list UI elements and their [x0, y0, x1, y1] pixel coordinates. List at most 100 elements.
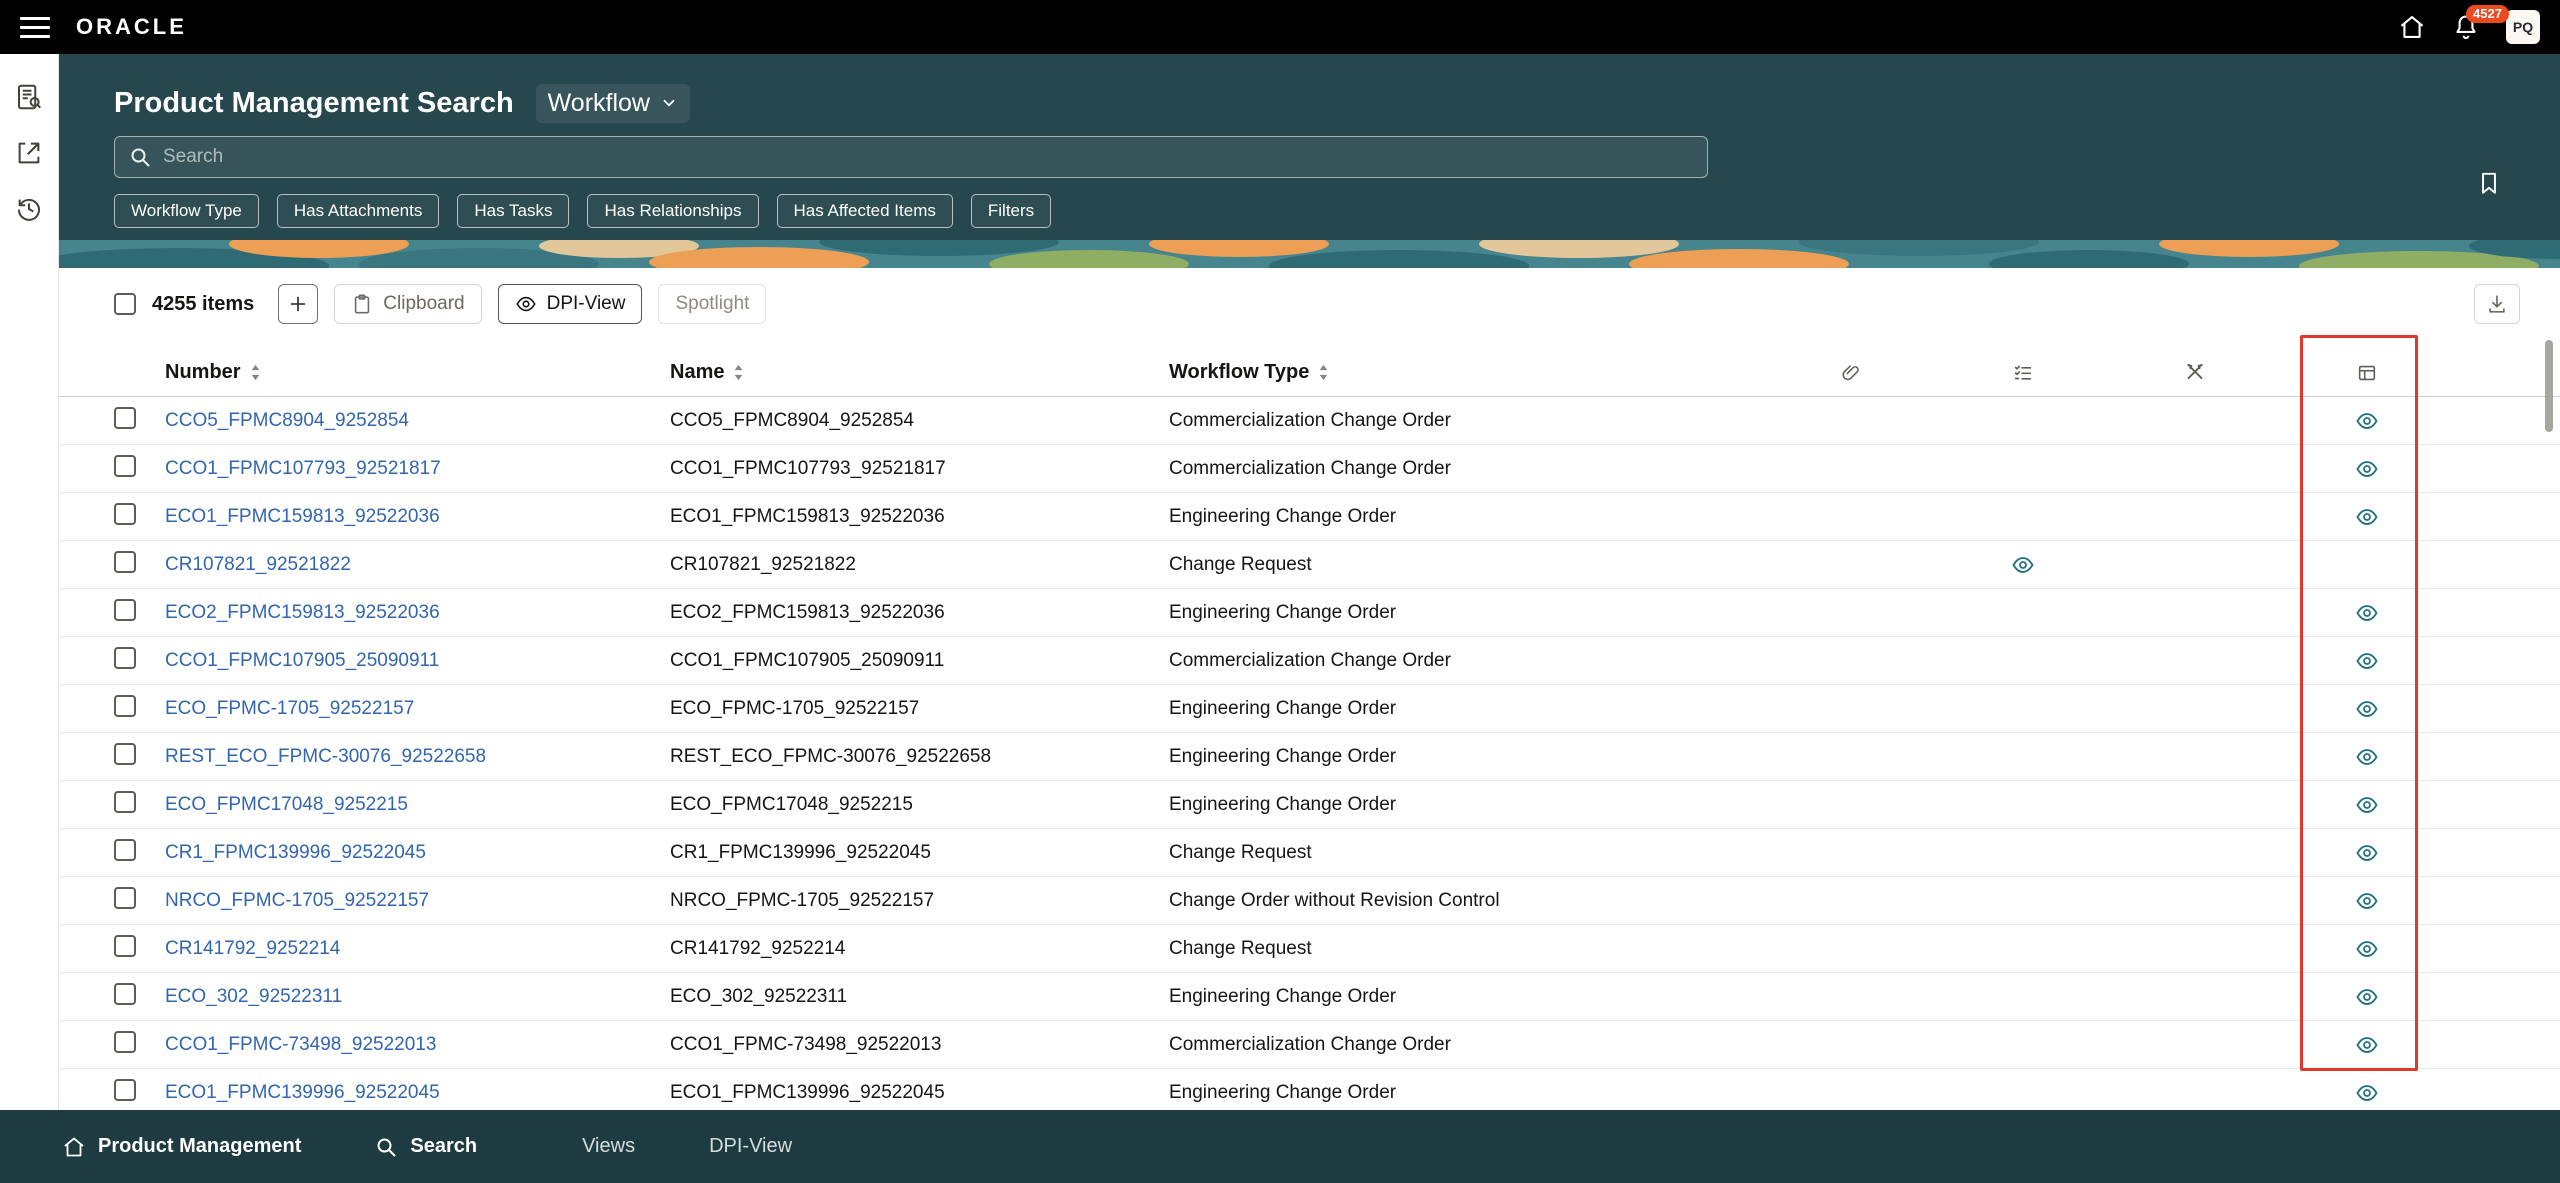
sort-icon[interactable]: [1317, 363, 1330, 382]
dpi-view-eye-icon[interactable]: [2355, 697, 2379, 721]
tasks-column-checklist-icon[interactable]: [1937, 362, 2109, 384]
dpi-view-eye-icon[interactable]: [2355, 1033, 2379, 1057]
download-button[interactable]: [2474, 284, 2520, 324]
export-icon[interactable]: [14, 138, 44, 168]
sort-icon[interactable]: [732, 363, 745, 382]
clipboard-button[interactable]: Clipboard: [334, 284, 481, 324]
row-number-link[interactable]: CCO5_FPMC8904_9252854: [165, 410, 409, 431]
plus-icon: [287, 293, 309, 315]
row-checkbox[interactable]: [114, 455, 136, 477]
row-number-link[interactable]: REST_ECO_FPMC-30076_92522658: [165, 746, 486, 767]
results-area: 4255 items Clipboard DPI-View Spotlight: [59, 268, 2560, 1183]
dpi-view-eye-icon[interactable]: [2355, 601, 2379, 625]
history-icon[interactable]: [14, 194, 44, 224]
workflow-scope-dropdown[interactable]: Workflow: [536, 84, 690, 123]
row-number-link[interactable]: ECO2_FPMC159813_92522036: [165, 602, 440, 623]
row-number-link[interactable]: CCO1_FPMC-73498_92522013: [165, 1034, 436, 1055]
left-sidebar: [0, 54, 59, 1183]
table-row: CR107821_92521822 CR107821_92521822 Chan…: [59, 541, 2560, 589]
row-workflow-type: Commercialization Change Order: [1169, 458, 1765, 480]
footer-product-management-label: Product Management: [98, 1135, 301, 1158]
row-number-link[interactable]: ECO_302_92522311: [165, 986, 342, 1007]
row-checkbox[interactable]: [114, 887, 136, 909]
dpi-view-eye-icon[interactable]: [2355, 409, 2379, 433]
saved-search-icon[interactable]: [14, 82, 44, 112]
dpi-view-eye-icon[interactable]: [2355, 1081, 2379, 1105]
row-workflow-type: Engineering Change Order: [1169, 986, 1765, 1008]
column-header-workflow-type[interactable]: Workflow Type: [1169, 361, 1765, 384]
select-all-checkbox[interactable]: [114, 293, 136, 315]
search-icon: [128, 145, 152, 169]
dpi-view-eye-icon[interactable]: [2355, 505, 2379, 529]
notifications-bell-icon[interactable]: 4527: [2452, 13, 2480, 41]
row-number-link[interactable]: CR141792_9252214: [165, 938, 340, 959]
dpi-view-eye-icon[interactable]: [2355, 649, 2379, 673]
dpi-view-eye-icon[interactable]: [2355, 745, 2379, 769]
table-row: ECO_FPMC17048_9252215 ECO_FPMC17048_9252…: [59, 781, 2560, 829]
row-number-link[interactable]: NRCO_FPMC-1705_92522157: [165, 890, 429, 911]
row-checkbox[interactable]: [114, 551, 136, 573]
bookmark-icon[interactable]: [2476, 170, 2502, 196]
row-number-link[interactable]: CCO1_FPMC107793_92521817: [165, 458, 441, 479]
chip-has-tasks[interactable]: Has Tasks: [457, 194, 569, 228]
sort-icon[interactable]: [249, 363, 262, 382]
search-input[interactable]: [114, 136, 1708, 178]
row-workflow-type: Change Request: [1169, 938, 1765, 960]
row-checkbox[interactable]: [114, 503, 136, 525]
dpi-view-column-icon[interactable]: [2281, 362, 2453, 384]
attachments-column-paperclip-icon[interactable]: [1765, 362, 1937, 384]
row-number-link[interactable]: CCO1_FPMC107905_25090911: [165, 650, 439, 671]
row-name: CCO1_FPMC107793_92521817: [670, 458, 1169, 480]
row-checkbox[interactable]: [114, 407, 136, 429]
row-number-link[interactable]: ECO_FPMC17048_9252215: [165, 794, 408, 815]
row-checkbox[interactable]: [114, 839, 136, 861]
dpi-view-eye-icon[interactable]: [2355, 457, 2379, 481]
tools-column-icon[interactable]: [2109, 362, 2281, 384]
oracle-logo: ORACLE: [76, 14, 187, 40]
home-icon: [62, 1135, 86, 1159]
row-checkbox[interactable]: [114, 599, 136, 621]
dpi-view-eye-icon[interactable]: [2355, 841, 2379, 865]
chip-filters[interactable]: Filters: [971, 194, 1051, 228]
user-avatar[interactable]: PQ: [2506, 10, 2540, 44]
row-checkbox[interactable]: [114, 743, 136, 765]
row-checkbox[interactable]: [114, 983, 136, 1005]
row-checkbox[interactable]: [114, 1031, 136, 1053]
row-number-link[interactable]: CR1_FPMC139996_92522045: [165, 842, 426, 863]
chip-workflow-type[interactable]: Workflow Type: [114, 194, 259, 228]
footer-product-management[interactable]: Product Management: [62, 1135, 301, 1159]
add-button[interactable]: [278, 284, 318, 324]
dpi-view-eye-icon[interactable]: [2355, 937, 2379, 961]
chip-has-relationships[interactable]: Has Relationships: [587, 194, 758, 228]
row-name: NRCO_FPMC-1705_92522157: [670, 890, 1169, 912]
home-icon[interactable]: [2398, 13, 2426, 41]
footer-search-tab[interactable]: Search: [374, 1135, 477, 1159]
row-number-link[interactable]: ECO1_FPMC159813_92522036: [165, 506, 440, 527]
dpi-view-button[interactable]: DPI-View: [498, 284, 643, 324]
vertical-scrollbar-thumb[interactable]: [2545, 340, 2553, 432]
row-checkbox[interactable]: [114, 647, 136, 669]
row-number-link[interactable]: ECO_FPMC-1705_92522157: [165, 698, 414, 719]
footer-dpi-view-label: DPI-View: [709, 1135, 792, 1158]
footer-views-tab[interactable]: Views: [582, 1135, 635, 1158]
column-label-name: Name: [670, 361, 724, 384]
footer-views-label: Views: [582, 1135, 635, 1158]
row-checkbox[interactable]: [114, 695, 136, 717]
dpi-view-eye-icon[interactable]: [2355, 985, 2379, 1009]
footer-dpi-view-tab[interactable]: DPI-View: [709, 1135, 792, 1158]
chip-has-attachments[interactable]: Has Attachments: [277, 194, 440, 228]
chip-has-affected-items[interactable]: Has Affected Items: [777, 194, 953, 228]
spotlight-button[interactable]: Spotlight: [658, 284, 766, 324]
dpi-view-eye-icon[interactable]: [2355, 889, 2379, 913]
dpi-view-eye-icon[interactable]: [2011, 553, 2035, 577]
row-checkbox[interactable]: [114, 791, 136, 813]
hamburger-menu-icon[interactable]: [20, 12, 50, 42]
row-number-link[interactable]: ECO1_FPMC139996_92522045: [165, 1082, 440, 1103]
row-checkbox[interactable]: [114, 935, 136, 957]
column-header-name[interactable]: Name: [670, 361, 1169, 384]
row-workflow-type: Commercialization Change Order: [1169, 410, 1765, 432]
row-checkbox[interactable]: [114, 1079, 136, 1101]
row-number-link[interactable]: CR107821_92521822: [165, 554, 351, 575]
column-header-number[interactable]: Number: [165, 361, 670, 384]
dpi-view-eye-icon[interactable]: [2355, 793, 2379, 817]
